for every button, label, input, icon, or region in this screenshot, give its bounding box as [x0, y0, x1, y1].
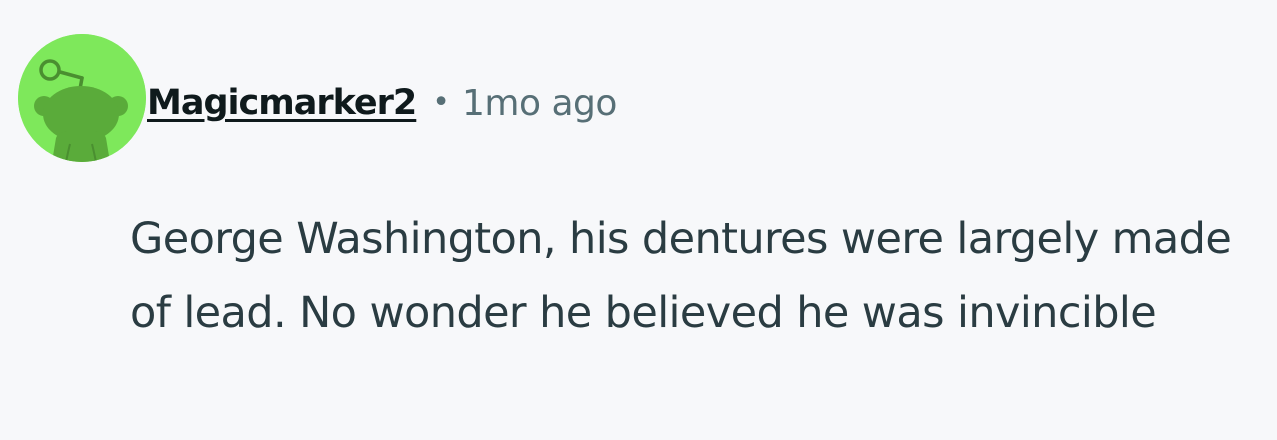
- comment: Magicmarker2 • 1mo ago George Washington…: [0, 0, 1277, 440]
- comment-body: George Washington, his dentures were lar…: [130, 214, 1232, 338]
- meta-separator: •: [432, 85, 450, 120]
- comment-meta: Magicmarker2 • 1mo ago: [147, 78, 617, 128]
- timestamp[interactable]: 1mo ago: [462, 83, 617, 124]
- author-link[interactable]: Magicmarker2: [147, 83, 417, 123]
- snoo-avatar-icon[interactable]: [18, 34, 146, 162]
